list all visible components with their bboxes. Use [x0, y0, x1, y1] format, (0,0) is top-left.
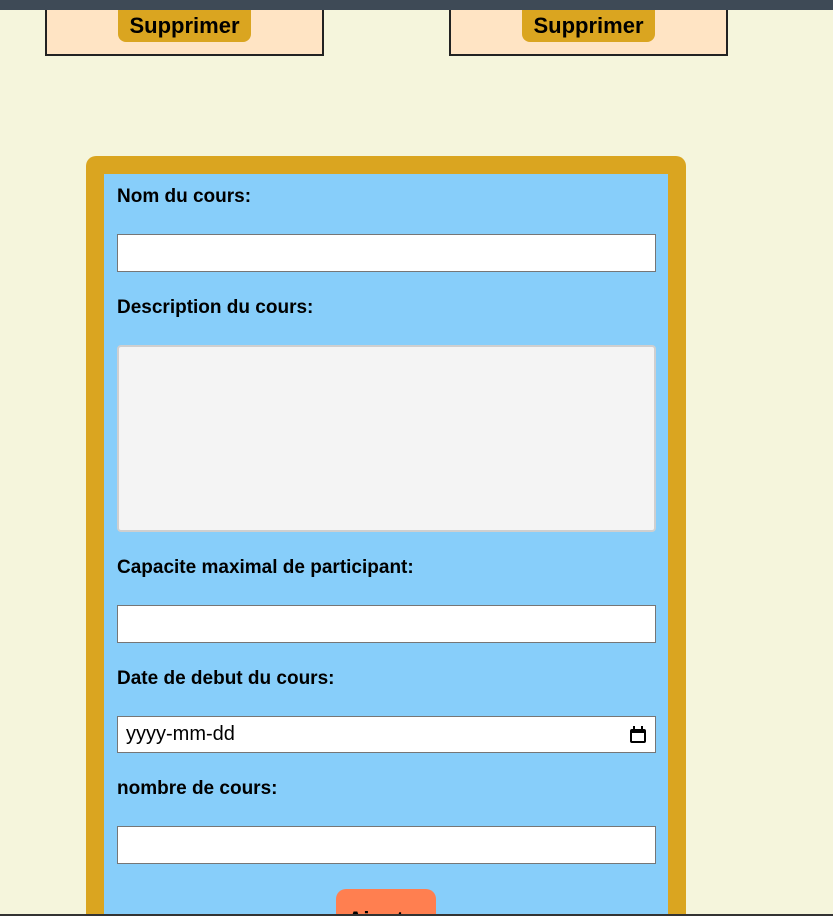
capacity-label: Capacite maximal de participant:	[117, 557, 414, 578]
course-count-label: nombre de cours:	[117, 778, 278, 799]
course-description-textarea[interactable]	[117, 345, 656, 532]
viewport-top-edge	[0, 0, 833, 10]
course-name-input[interactable]	[117, 234, 656, 272]
capacity-input[interactable]	[117, 605, 656, 643]
date-placeholder: yyyy-mm-dd	[126, 723, 235, 745]
start-date-input[interactable]: yyyy-mm-dd	[117, 716, 656, 753]
start-date-label: Date de debut du cours:	[117, 668, 335, 689]
course-name-label: Nom du cours:	[117, 186, 252, 207]
calendar-icon[interactable]	[629, 725, 647, 744]
course-count-input[interactable]	[117, 826, 656, 864]
add-course-form	[104, 174, 668, 916]
add-button[interactable]: Ajouter	[336, 889, 436, 916]
course-description-label: Description du cours:	[117, 297, 314, 318]
